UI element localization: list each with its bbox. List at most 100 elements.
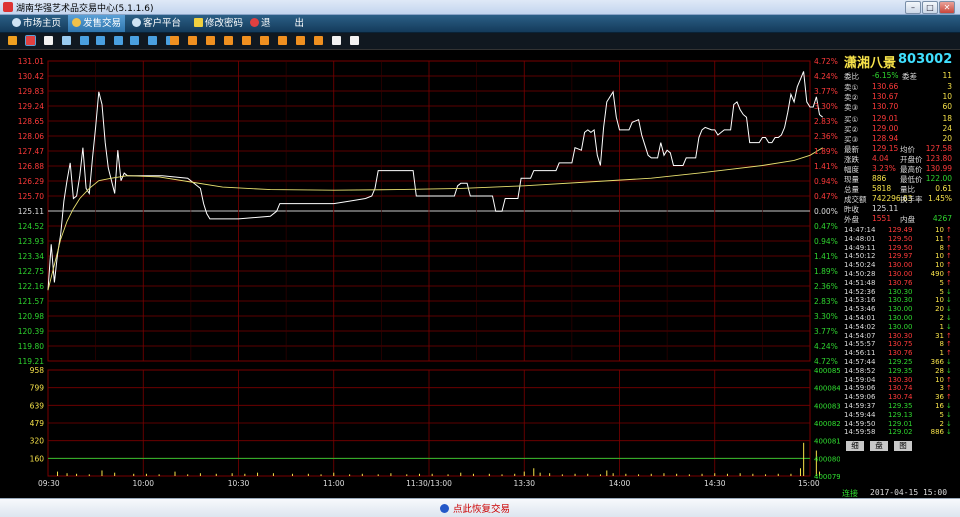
tick-volume: 2 [939, 314, 944, 322]
edit-icon[interactable] [332, 36, 341, 45]
close-button[interactable]: ✕ [939, 1, 955, 14]
arrow-up-icon: ↑ [946, 261, 952, 270]
tick-time: 14:59:37 [844, 402, 876, 410]
arrow-up-icon: ↑ [946, 226, 952, 234]
nav-change-password[interactable]: 修改密码 [190, 15, 247, 32]
diff-value: 11 [942, 71, 952, 80]
open-interest-tick-label: 400079 [814, 473, 840, 481]
tick-time: 14:58:52 [844, 366, 876, 375]
arrow-down-icon: ↓ [946, 287, 952, 296]
candle-icon[interactable] [44, 36, 53, 45]
tick-time: 14:59:50 [844, 419, 876, 428]
tick-volume: 5 [939, 410, 944, 419]
status-line: 连接 2017-04-15 15:00 [840, 488, 954, 498]
price-tick-label: 120.39 [18, 327, 44, 336]
price-tick-label: 124.52 [18, 222, 44, 231]
tick-volume: 10 [935, 375, 944, 384]
resume-icon [440, 504, 449, 513]
arrow-up-icon: ↑ [946, 234, 952, 243]
order-3-icon[interactable] [206, 36, 215, 45]
bar-chart-icon[interactable] [8, 36, 17, 45]
title-bar: 湖南华强艺术品交易中心(5.1.1.6) – □ ✕ [0, 0, 960, 15]
order-2-icon[interactable] [188, 36, 197, 45]
tab-book[interactable]: 盘 [870, 441, 888, 451]
nav-issue-trade[interactable]: 发售交易 [68, 15, 126, 32]
tick-time: 14:53:46 [844, 305, 876, 314]
trade-icon[interactable] [114, 36, 123, 45]
volume-tick-label: 958 [30, 366, 45, 375]
line-chart-icon[interactable] [25, 35, 36, 46]
tick-row: 14:54:01 130.00 2 ↓ [842, 314, 954, 323]
nav-exit[interactable]: 退出 [246, 15, 308, 32]
doc-icon[interactable] [130, 36, 139, 45]
tick-time: 14:54:02 [844, 322, 876, 331]
pct-tick-label: 3.30% [814, 102, 838, 111]
tick-price: 130.00 [888, 261, 913, 270]
tab-chart[interactable]: 图 [894, 441, 912, 451]
order-7-icon[interactable] [278, 36, 287, 45]
resume-trade-button[interactable]: 点此恢复交易 [440, 501, 510, 515]
arrow-down-icon: ↓ [946, 366, 952, 375]
tick-price: 129.25 [888, 358, 913, 366]
order-5-icon[interactable] [242, 36, 251, 45]
stat-value: 3.23% [872, 164, 896, 173]
tick-time: 14:52:36 [844, 287, 876, 296]
order-1-icon[interactable] [170, 36, 179, 45]
open-interest-tick-label: 400083 [814, 402, 840, 410]
tool-icon[interactable] [148, 36, 157, 45]
tick-volume: 16 [935, 402, 944, 410]
stat-row: 外盘 1551 内盘 4267 [842, 214, 952, 224]
maximize-button[interactable]: □ [922, 1, 938, 14]
nav-client-platform[interactable]: 客户平台 [128, 15, 185, 32]
time-tick-label: 11:00 [323, 479, 345, 488]
tick-price: 129.35 [888, 402, 913, 410]
tick-row: 14:56:11 130.76 1 ↑ [842, 349, 954, 358]
tick-price: 129.01 [888, 419, 913, 428]
minimize-button[interactable]: – [905, 1, 921, 14]
tick-price: 130.00 [888, 270, 913, 278]
tick-price: 129.50 [888, 243, 913, 252]
tick-volume: 11 [935, 234, 944, 243]
stat-value: 1.45% [928, 194, 952, 203]
pct-tick-label: 4.24% [814, 72, 838, 81]
bid-row: 买③ 128.94 20 [842, 134, 952, 144]
nav-market-home[interactable]: 市场主页 [8, 15, 65, 32]
open-interest-tick-label: 400085 [814, 367, 840, 375]
tick-volume: 5 [939, 278, 944, 287]
price-tick-label: 129.83 [18, 87, 44, 96]
table-icon[interactable] [96, 36, 105, 45]
tick-row: 14:59:04 130.30 10 ↑ [842, 376, 954, 385]
price-tick-label: 123.34 [18, 252, 44, 261]
stat-value: 129.15 [872, 144, 899, 153]
pct-tick-label: 1.41% [814, 162, 838, 171]
tick-time: 14:59:06 [844, 393, 876, 402]
stat-value: 125.11 [872, 204, 899, 213]
tab-detail[interactable]: 细 [846, 441, 864, 451]
grid-icon[interactable] [80, 36, 89, 45]
pct-tick-label: 2.83% [814, 297, 838, 306]
stat-row: 幅度 3.23% 最高价 130.99 [842, 164, 952, 174]
key-icon [194, 18, 203, 27]
tick-time: 14:53:16 [844, 296, 876, 305]
tick-price: 130.75 [888, 340, 913, 349]
tick-time: 14:56:11 [844, 349, 876, 358]
time-tick-label: 14:00 [609, 479, 631, 488]
calculator-icon[interactable] [62, 36, 71, 45]
stat-label: 内盘 [900, 215, 915, 224]
arrow-up-icon: ↑ [946, 252, 952, 261]
open-interest-tick-label: 400081 [814, 438, 840, 446]
arrow-down-icon: ↓ [946, 322, 952, 331]
order-9-icon[interactable] [314, 36, 323, 45]
stat-row: 涨跌 4.04 开盘价 123.80 [842, 154, 952, 164]
arrow-down-icon: ↓ [946, 314, 952, 322]
tick-price: 129.97 [888, 252, 913, 261]
settings-icon[interactable] [350, 36, 359, 45]
order-6-icon[interactable] [260, 36, 269, 45]
time-tick-label: 10:00 [132, 479, 154, 488]
order-8-icon[interactable] [296, 36, 305, 45]
tick-time: 14:50:24 [844, 261, 876, 270]
footer-bar: 点此恢复交易 [0, 498, 960, 517]
price-tick-label: 125.11 [18, 207, 44, 216]
tick-price: 130.74 [888, 393, 913, 402]
order-4-icon[interactable] [224, 36, 233, 45]
